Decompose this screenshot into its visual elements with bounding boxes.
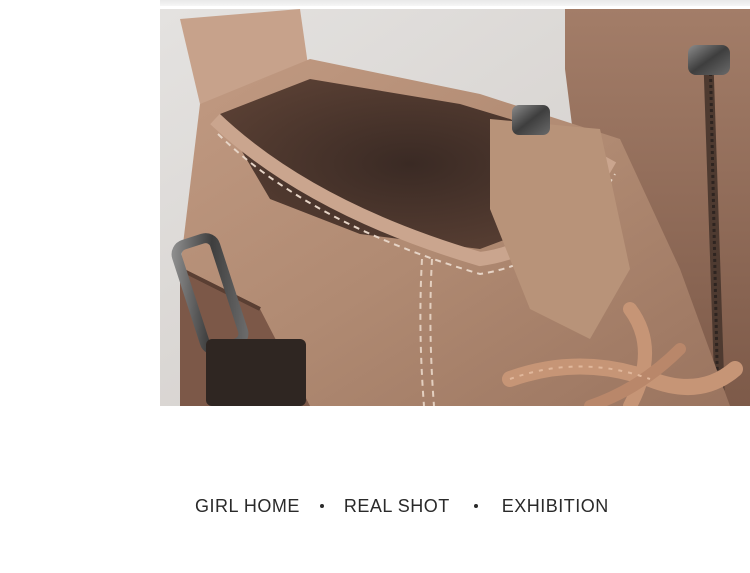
caption-separator-dot bbox=[473, 504, 478, 508]
caption-exhibition: EXHIBITION bbox=[501, 495, 609, 516]
caption: GIRL HOME REAL SHOT EXHIBITION bbox=[195, 494, 609, 518]
caption-separator-dot bbox=[319, 504, 324, 508]
product-photo bbox=[160, 9, 750, 406]
caption-real-shot: REAL SHOT bbox=[343, 495, 450, 516]
caption-girl-home: GIRL HOME bbox=[195, 495, 300, 516]
boot-closeup-image bbox=[160, 9, 750, 406]
top-divider bbox=[160, 0, 750, 6]
